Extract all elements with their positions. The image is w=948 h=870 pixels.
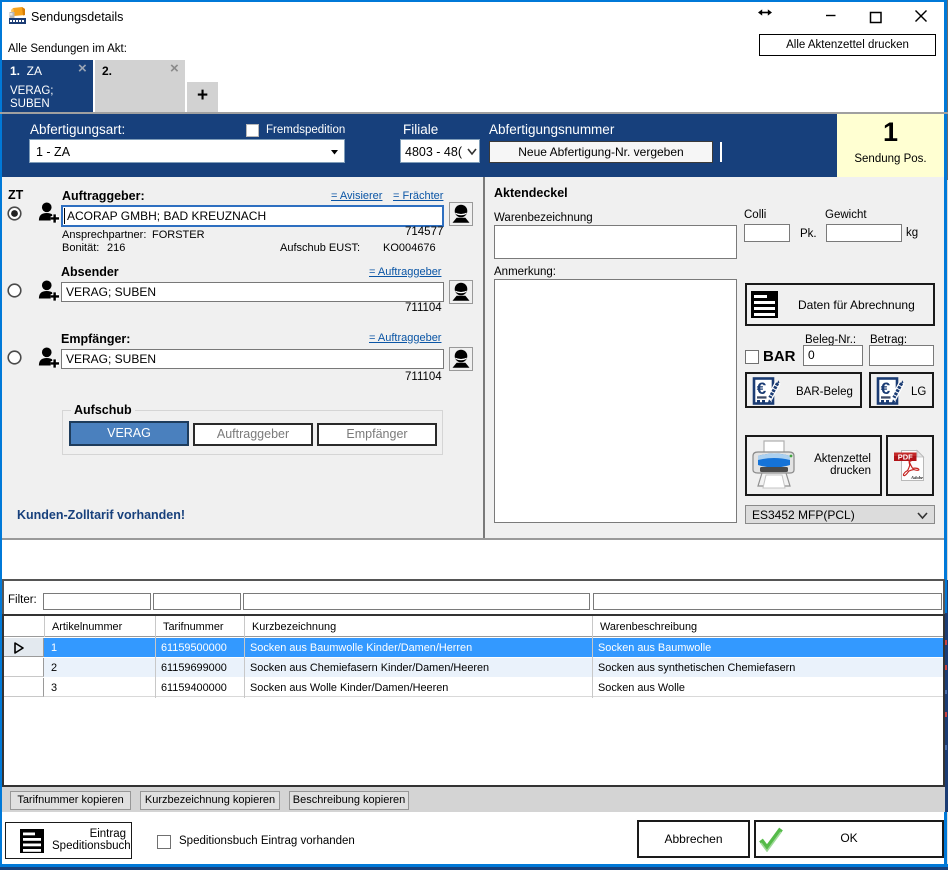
svg-text:€: € bbox=[757, 379, 767, 398]
svg-text:Adobe: Adobe bbox=[910, 475, 923, 480]
svg-text:€: € bbox=[881, 379, 891, 398]
svg-text:PDF: PDF bbox=[898, 453, 913, 462]
